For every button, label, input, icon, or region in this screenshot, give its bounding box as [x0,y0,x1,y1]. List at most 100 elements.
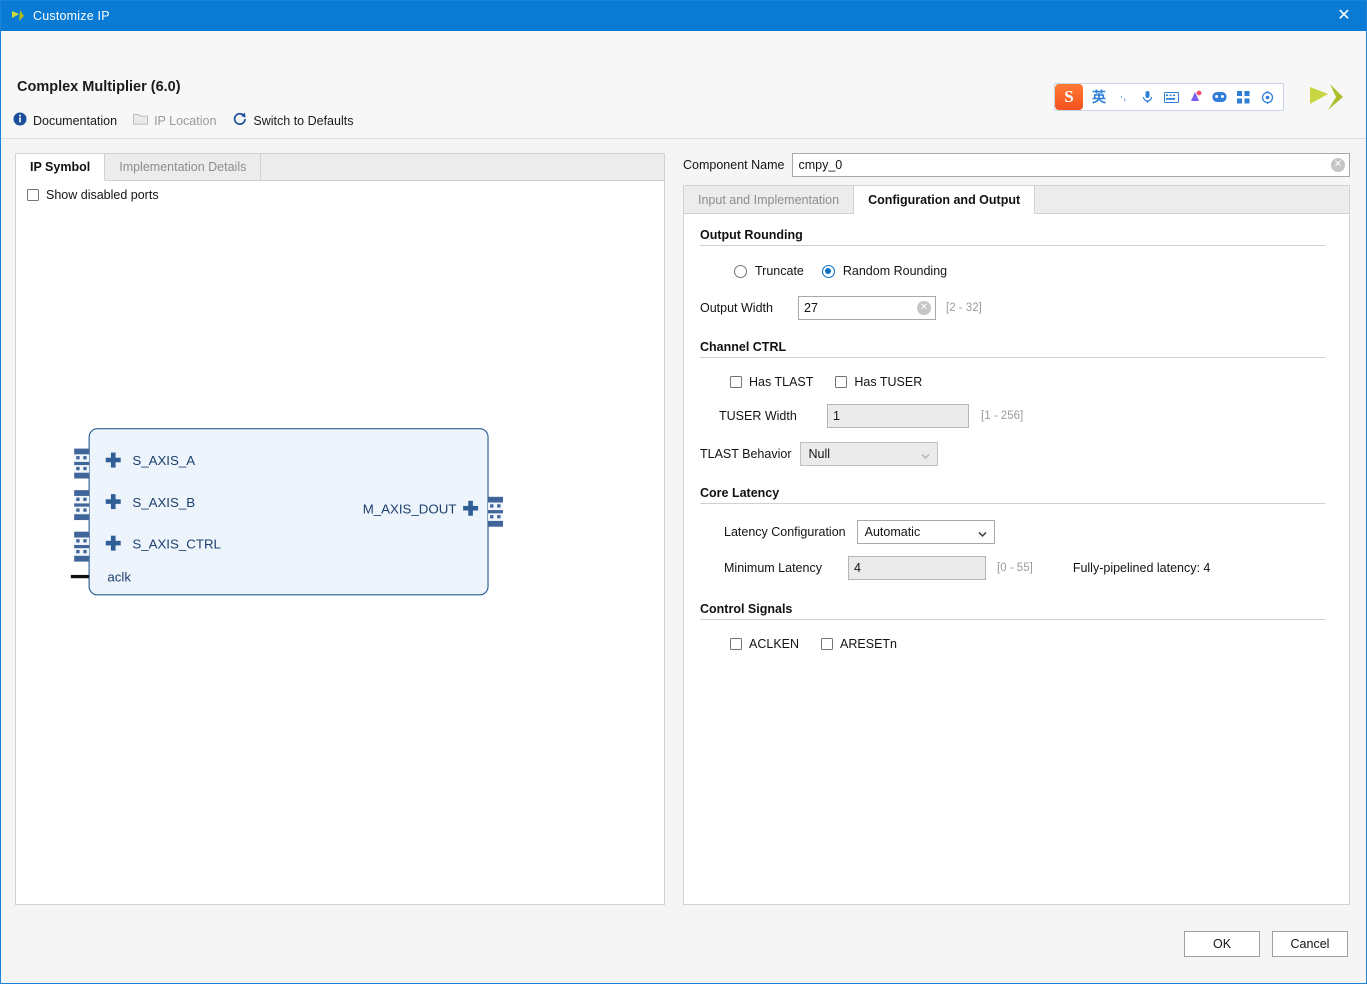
component-name-value: cmpy_0 [798,158,843,172]
tab-configuration-and-output-label: Configuration and Output [868,192,1021,207]
info-icon [13,112,27,131]
latency-configuration-label: Latency Configuration [724,525,846,539]
output-width-row: Output Width 27 ✕ [2 - 32] [700,296,1325,320]
port-label-s-axis-a: S_AXIS_A [132,453,195,468]
ime-punctuation-icon[interactable]: ·, [1111,84,1135,110]
latency-configuration-value: Automatic [864,525,921,539]
tuser-width-value: 1 [833,409,840,423]
tab-ip-symbol[interactable]: IP Symbol [16,154,106,181]
has-tuser-checkbox[interactable] [835,376,848,388]
fully-pipelined-latency-note: Fully-pipelined latency: 4 [1072,561,1211,575]
config-tab-container: Input and Implementation Configuration a… [683,185,1350,905]
close-icon[interactable]: ✕ [1322,1,1366,31]
core-latency-divider [700,503,1325,504]
has-tlast-checkbox[interactable] [730,376,742,388]
tab-input-and-implementation-label: Input and Implementation [698,192,840,207]
core-latency-title: Core Latency [700,486,780,500]
random-rounding-label: Random Rounding [842,264,948,278]
tab-input-and-implementation[interactable]: Input and Implementation [684,186,855,213]
apps-icon[interactable] [1231,84,1255,110]
clear-icon[interactable]: ✕ [917,301,931,315]
tlast-behavior-value: Null [808,447,831,461]
mic-icon[interactable] [1135,84,1159,110]
sogou-logo-icon[interactable]: S [1055,84,1083,110]
title-bar: Customize IP ✕ [1,1,1366,31]
tlast-behavior-label: TLAST Behavior [700,447,792,461]
customize-ip-dialog: Customize IP ✕ Complex Multiplier (6.0) … [0,0,1367,984]
tlast-behavior-select[interactable]: Null [800,442,939,466]
right-tab-filler [1035,186,1349,213]
port-label-s-axis-b: S_AXIS_B [132,495,195,510]
port-label-m-axis-dout: M_AXIS_DOUT [363,501,457,516]
dialog-body: IP Symbol Implementation Details Show di… [1,139,1366,905]
right-tab-bar: Input and Implementation Configuration a… [684,186,1349,214]
latency-configuration-row: Latency Configuration Automatic [700,520,1325,544]
documentation-link[interactable]: Documentation [13,112,117,131]
keyboard-icon[interactable] [1159,84,1183,110]
output-width-input[interactable]: 27 ✕ [798,296,936,320]
output-rounding-section: Output Rounding Truncate Random Rounding… [700,228,1325,320]
tab-implementation-details[interactable]: Implementation Details [105,154,262,180]
output-rounding-title: Output Rounding [700,228,803,242]
clear-icon[interactable]: ✕ [1331,158,1345,172]
cancel-button[interactable]: Cancel [1272,931,1348,957]
window-title: Customize IP [33,9,110,23]
skin-icon[interactable] [1183,84,1207,110]
minimum-latency-input[interactable]: 4 [848,556,986,580]
channel-ctrl-divider [700,357,1325,358]
folder-icon [133,112,149,130]
latency-configuration-select[interactable]: Automatic [856,520,995,544]
component-name-input[interactable]: cmpy_0 ✕ [792,153,1350,177]
output-width-value: 27 [804,301,818,315]
header-toolbar: Documentation IP Location Switch to Defa… [13,111,353,139]
configuration-and-output-pane: Output Rounding Truncate Random Rounding… [684,214,1349,904]
ime-floating-toolbar[interactable]: S 英 ·, [1054,83,1284,111]
left-tab-bar: IP Symbol Implementation Details [16,154,664,181]
output-rounding-divider [700,245,1325,246]
tab-ip-symbol-label: IP Symbol [30,160,91,174]
tuser-width-row: TUSER Width 1 [1 - 256] [700,404,1325,428]
aresetn-checkbox[interactable] [821,638,834,650]
port-label-s-axis-ctrl: S_AXIS_CTRL [132,536,221,551]
dialog-footer: OK Cancel [1,905,1366,983]
truncate-radio[interactable] [734,264,747,278]
output-width-label: Output Width [700,301,773,315]
bus-connector-s-axis-a [74,448,90,479]
emoji-icon[interactable] [1207,84,1231,110]
minimum-latency-value: 4 [854,561,861,575]
chevron-down-icon [921,450,931,459]
ok-button[interactable]: OK [1184,931,1260,957]
documentation-label: Documentation [33,114,118,128]
ime-language-icon[interactable]: 英 [1087,84,1111,110]
tuser-width-input[interactable]: 1 [827,404,969,428]
clock-port-stub [70,574,90,579]
switch-to-defaults-link[interactable]: Switch to Defaults [232,111,353,131]
minimum-latency-label: Minimum Latency [724,561,822,575]
xilinx-logo-icon [10,8,26,24]
switch-to-defaults-label: Switch to Defaults [253,114,354,128]
ip-location-link[interactable]: IP Location [133,112,216,130]
control-signals-title: Control Signals [700,602,793,616]
control-signals-checkbox-row: ACLKEN ARESETn [700,637,1325,651]
minimum-latency-row: Minimum Latency 4 [0 - 55] Fully-pipelin… [700,556,1325,580]
chevron-down-icon [978,528,987,538]
control-signals-divider [700,619,1325,620]
has-tuser-label: Has TUSER [854,375,923,389]
channel-ctrl-checkbox-row: Has TLAST Has TUSER [700,375,1325,389]
configuration-panel: Component Name cmpy_0 ✕ Input and Implem… [683,153,1350,905]
random-rounding-radio[interactable] [821,264,835,278]
component-name-row: Component Name cmpy_0 ✕ [683,153,1350,177]
component-name-label: Component Name [683,158,785,172]
control-signals-section: Control Signals ACLKEN ARESETn [700,602,1325,651]
aclken-checkbox[interactable] [730,638,742,650]
bus-connector-s-axis-ctrl [74,531,90,562]
tab-implementation-details-label: Implementation Details [119,160,247,174]
xilinx-brand-logo [1306,81,1346,113]
ip-block-diagram: S_AXIS_A S_AXIS_B S_AXIS_CTRL aclk M_AXI… [70,428,503,596]
has-tlast-label: Has TLAST [749,375,814,389]
settings-icon[interactable] [1255,84,1279,110]
tab-configuration-and-output[interactable]: Configuration and Output [854,186,1036,214]
tlast-behavior-row: TLAST Behavior Null [700,442,1325,466]
ip-location-label: IP Location [154,114,217,128]
page-title: Complex Multiplier (6.0) [17,79,181,95]
